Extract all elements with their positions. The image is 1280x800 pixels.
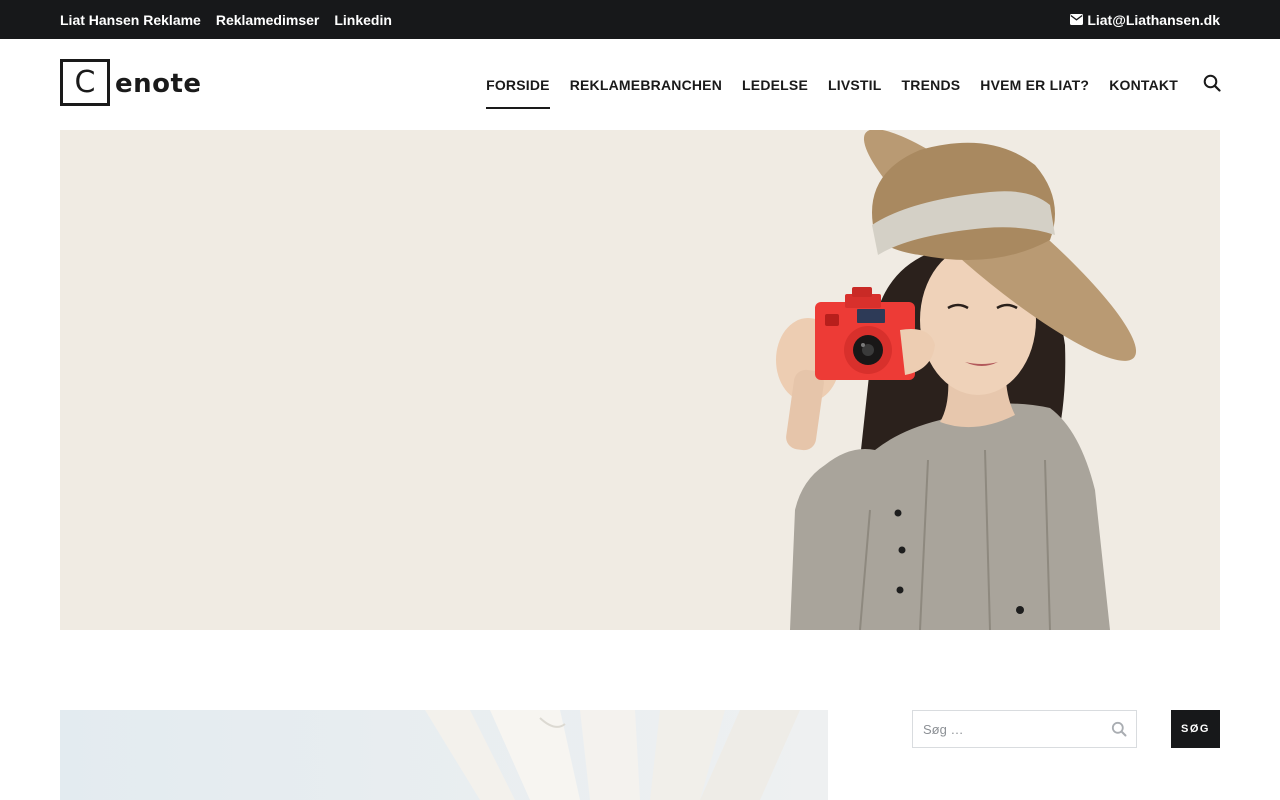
site-logo[interactable]: C enote	[60, 59, 202, 106]
contact-email-text: Liat@Liathansen.dk	[1087, 11, 1220, 28]
nav-item-livstil[interactable]: LIVSTIL	[828, 60, 882, 110]
hero-image[interactable]	[60, 130, 1220, 630]
top-bar-links: Liat Hansen Reklame Reklamedimser Linked…	[60, 0, 407, 39]
contact-email-link[interactable]: Liat@Liathansen.dk	[1070, 0, 1220, 39]
topbar-link-liat-hansen-reklame[interactable]: Liat Hansen Reklame	[60, 12, 201, 28]
logo-mark: C	[60, 59, 110, 106]
nav-item-ledelse[interactable]: LEDELSE	[742, 60, 808, 110]
sidebar-search-field	[912, 710, 1137, 748]
search-submit-button[interactable]: SØG	[1171, 710, 1220, 748]
flower-illustration	[60, 710, 828, 800]
nav-item-forside[interactable]: FORSIDE	[486, 60, 550, 110]
search-field-icon	[1111, 721, 1127, 737]
topbar-link-reklamedimser[interactable]: Reklamedimser	[216, 12, 320, 28]
post-featured-image[interactable]	[60, 710, 828, 800]
nav-item-reklamebranchen[interactable]: REKLAMEBRANCHEN	[570, 60, 722, 110]
top-bar: Liat Hansen Reklame Reklamedimser Linked…	[0, 0, 1280, 39]
logo-wordmark: enote	[115, 68, 202, 99]
search-input[interactable]	[913, 711, 1103, 747]
nav-item-hvem-er-liat[interactable]: HVEM ER LIAT?	[980, 60, 1089, 110]
hero-illustration	[60, 130, 1220, 630]
envelope-icon	[1070, 14, 1084, 25]
nav-item-kontakt[interactable]: KONTAKT	[1109, 60, 1178, 110]
topbar-link-linkedin[interactable]: Linkedin	[334, 12, 392, 28]
search-icon[interactable]	[1203, 74, 1221, 92]
main-navigation: FORSIDE REKLAMEBRANCHEN LEDELSE LIVSTIL …	[486, 60, 1178, 110]
nav-item-trends[interactable]: TRENDS	[902, 60, 961, 110]
